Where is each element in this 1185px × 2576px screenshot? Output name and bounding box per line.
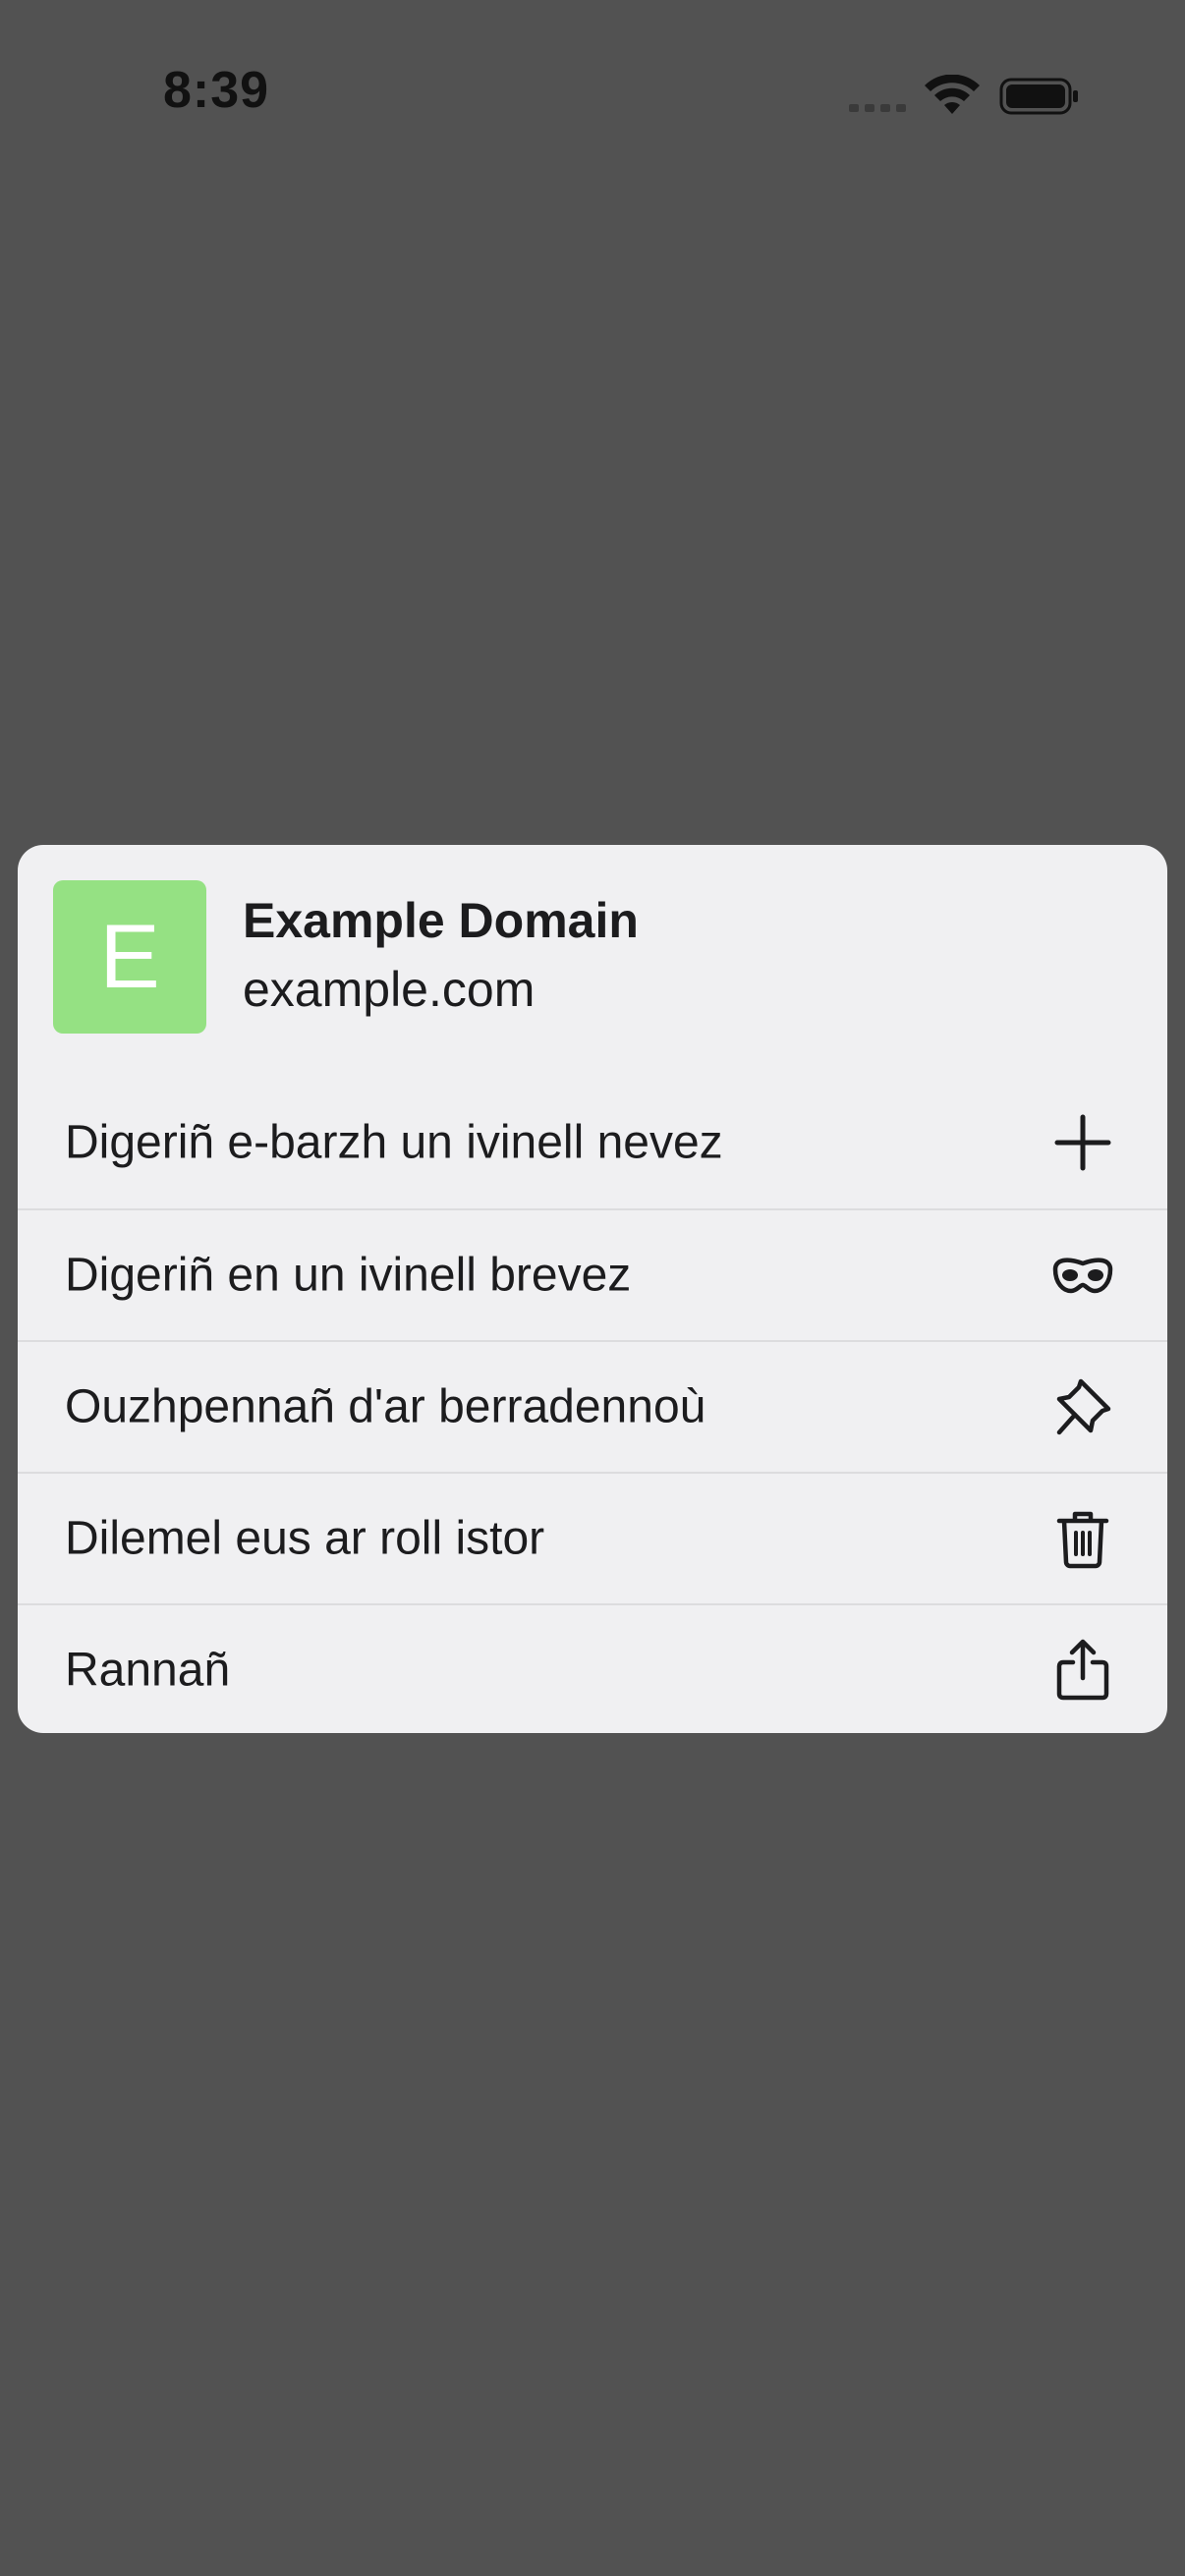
status-bar: 8:39 — [0, 0, 1185, 187]
private-mask-icon — [1051, 1244, 1114, 1307]
menu-item-remove-history[interactable]: Dilemel eus ar roll istor — [18, 1472, 1167, 1603]
menu-item-label: Ouzhpennañ d'ar berradennoù — [65, 1380, 706, 1433]
cellular-signal-icon — [849, 104, 906, 112]
site-url: example.com — [243, 962, 536, 1017]
menu-item-share[interactable]: Rannañ — [18, 1603, 1167, 1733]
battery-icon — [999, 78, 1078, 115]
plus-icon — [1051, 1111, 1114, 1174]
trash-icon — [1051, 1507, 1114, 1570]
menu-item-open-private-tab[interactable]: Digeriñ en un ivinell brevez — [18, 1208, 1167, 1340]
menu-item-label: Rannañ — [65, 1644, 231, 1697]
share-icon — [1051, 1639, 1114, 1702]
link-preview-header[interactable]: E Example Domain example.com — [18, 845, 1167, 1077]
menu-item-label: Digeriñ e-barzh un ivinell nevez — [65, 1116, 723, 1169]
pin-icon — [1051, 1375, 1114, 1438]
menu-item-add-shortcut[interactable]: Ouzhpennañ d'ar berradennoù — [18, 1340, 1167, 1472]
context-menu: Digeriñ e-barzh un ivinell nevez Digeriñ… — [18, 1077, 1167, 1733]
context-menu-sheet: E Example Domain example.com Digeriñ e-b… — [18, 845, 1167, 1733]
status-time: 8:39 — [163, 62, 270, 119]
site-favicon: E — [53, 880, 206, 1034]
menu-item-label: Dilemel eus ar roll istor — [65, 1512, 545, 1565]
menu-item-label: Digeriñ en un ivinell brevez — [65, 1249, 632, 1302]
wifi-icon — [925, 75, 980, 114]
site-title: Example Domain — [243, 893, 639, 948]
menu-item-open-new-tab[interactable]: Digeriñ e-barzh un ivinell nevez — [18, 1077, 1167, 1208]
